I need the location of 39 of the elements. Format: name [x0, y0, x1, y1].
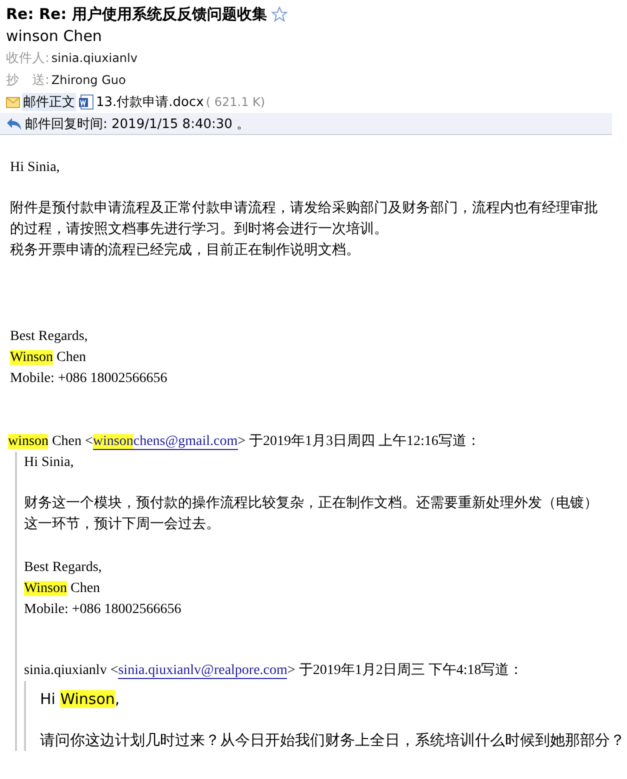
message-text: 附件是预付款申请流程及正常付款申请流程，请发给采购部门及财务部门，流程内也有经理审批: [10, 199, 599, 218]
mobile-text: Mobile: +086 18002566656: [10, 370, 168, 388]
envelope-icon: [6, 96, 20, 108]
email-link[interactable]: sinia.qiuxianlv@realpore.com: [118, 663, 288, 679]
email-subject: Re: Re: 用户使用系统反反馈问题收集: [6, 4, 267, 24]
cc-text: Zhirong Guo: [51, 73, 126, 87]
closing-text: Best Regards,: [10, 328, 89, 346]
text: Hi: [40, 690, 56, 708]
message-text: 的过程，请按照文档事先进行学习。到时将会进行一次培训。: [10, 220, 389, 239]
cc-label: 抄 送:: [6, 72, 50, 89]
text: sinia.qiuxianlv <: [24, 663, 118, 678]
reply-icon: [6, 116, 22, 130]
to-label: 收件人:: [6, 50, 50, 67]
message-text: 这一环节，预计下周一会过去。: [24, 515, 221, 534]
closing-text: Best Regards,: [24, 559, 103, 577]
message-text: 税务开票申请的流程已经完成，目前正在制作说明文档。: [10, 241, 361, 260]
mobile-text: Mobile: +086 18002566656: [24, 601, 182, 619]
text: Chen: [56, 350, 86, 365]
sender-name: winson Chen: [6, 27, 102, 45]
text: Chen <: [50, 434, 93, 449]
attachment-link[interactable]: 13.付款申请.docx: [96, 93, 204, 111]
text: ,: [114, 690, 120, 708]
message-text: 请问你这边计划几时过来？从今日开始我们财务上全日，系统培训什么时候到她那部分？: [40, 730, 626, 751]
word-document-icon: [78, 94, 94, 110]
text: Chen: [70, 581, 100, 596]
reply-time: 邮件回复时间: 2019/1/15 8:40:30 。: [25, 116, 250, 132]
recipient-text: sinia.qiuxianlv: [51, 51, 138, 65]
message-text: 财务这一个模块，预付款的操作流程比较复杂，正在制作文档。还需要重新处理外发（电镀）: [24, 494, 599, 513]
highlighted-text: Winson: [24, 581, 67, 596]
text: > 于2019年1月2日周三 下午4:18写道：: [287, 663, 524, 678]
email-link[interactable]: chens@gmail.com: [133, 434, 238, 450]
text: > 于2019年1月3日周四 上午12:16写道：: [238, 434, 480, 449]
body-tab[interactable]: 邮件正文: [22, 93, 76, 111]
highlighted-text: Winson: [10, 350, 53, 365]
star-icon[interactable]: [270, 6, 288, 22]
text: Hi Sinia,: [24, 455, 74, 470]
text: Hi Sinia,: [10, 160, 60, 175]
attachment-size: ( 621.1 K): [206, 95, 266, 109]
highlighted-text: Winson: [60, 690, 115, 708]
